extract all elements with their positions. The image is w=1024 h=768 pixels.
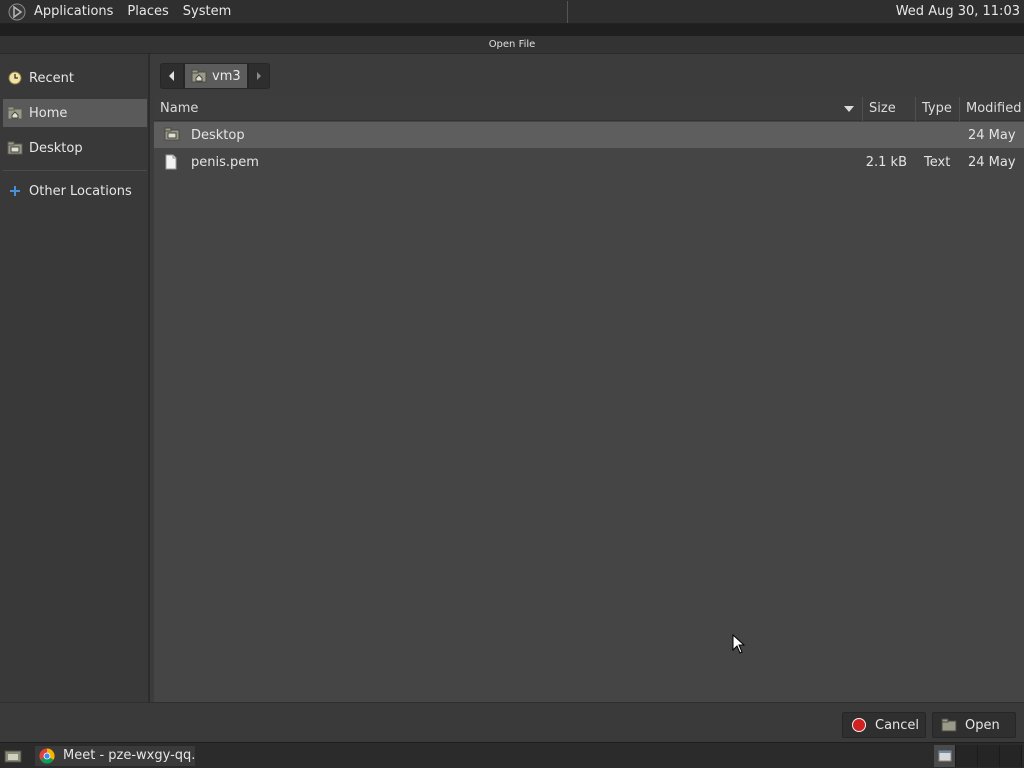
column-header-name[interactable]: Name bbox=[154, 97, 863, 121]
menu-applications[interactable]: Applications bbox=[34, 2, 113, 21]
cancel-label: Cancel bbox=[875, 717, 920, 733]
plus-icon bbox=[7, 183, 23, 199]
column-type-label: Type bbox=[922, 101, 952, 116]
column-header: Name Size Type Modified bbox=[154, 97, 1024, 121]
open-label: Open bbox=[965, 717, 1000, 733]
places-sidebar: Recent Home Desktop Other Locations bbox=[0, 54, 150, 702]
text-file-icon bbox=[164, 154, 180, 170]
taskbar-window-title: Meet - pze-wxgy-qq... bbox=[63, 748, 196, 763]
column-name-label: Name bbox=[160, 101, 199, 116]
clock-icon bbox=[7, 70, 23, 86]
file-row-penis-pem[interactable]: penis.pem 2.1 kB Text 24 May bbox=[154, 149, 1024, 175]
workspace-3[interactable] bbox=[978, 745, 1000, 767]
file-name: penis.pem bbox=[191, 154, 259, 170]
sidebar-item-label: Recent bbox=[29, 70, 74, 86]
top-panel: Applications Places System Wed Aug 30, 1… bbox=[0, 0, 1024, 24]
workspace-4[interactable] bbox=[1000, 745, 1022, 767]
file-modified: 24 May bbox=[968, 127, 1016, 143]
mouse-cursor-icon bbox=[732, 633, 746, 658]
file-list: Name Size Type Modified Desktop 24 May p… bbox=[154, 97, 1024, 702]
column-size-label: Size bbox=[869, 101, 896, 116]
chrome-icon bbox=[39, 747, 55, 764]
menu-places[interactable]: Places bbox=[127, 2, 168, 21]
open-folder-icon bbox=[941, 717, 957, 733]
sidebar-item-label: Home bbox=[29, 105, 68, 121]
show-desktop-icon[interactable] bbox=[2, 745, 24, 767]
sidebar-item-label: Other Locations bbox=[29, 183, 132, 199]
sidebar-item-desktop[interactable]: Desktop bbox=[3, 134, 147, 162]
path-crumb-label: vm3 bbox=[212, 68, 241, 84]
clock[interactable]: Wed Aug 30, 11:03 bbox=[896, 4, 1020, 19]
file-size: 2.1 kB bbox=[865, 154, 907, 170]
distro-logo-icon[interactable] bbox=[6, 1, 28, 23]
folder-icon bbox=[164, 127, 180, 143]
open-button[interactable]: Open bbox=[932, 712, 1016, 738]
sidebar-item-label: Desktop bbox=[29, 140, 83, 156]
home-folder-icon bbox=[191, 69, 207, 83]
sidebar-separator bbox=[3, 170, 147, 171]
taskbar-window-button[interactable]: Meet - pze-wxgy-qq... bbox=[34, 744, 196, 767]
workspace-1[interactable] bbox=[934, 745, 956, 767]
cancel-button[interactable]: Cancel bbox=[842, 712, 926, 738]
file-type: Text bbox=[924, 154, 951, 170]
dialog-titlebar[interactable]: Open File bbox=[0, 36, 1024, 54]
panel-divider bbox=[566, 0, 568, 23]
file-row-desktop[interactable]: Desktop 24 May bbox=[154, 122, 1024, 148]
path-bar: vm3 bbox=[160, 63, 270, 89]
background-window-strip bbox=[0, 24, 1024, 36]
column-header-size[interactable]: Size bbox=[863, 97, 916, 121]
sort-descending-icon bbox=[844, 106, 854, 112]
sidebar-item-home[interactable]: Home bbox=[3, 99, 147, 127]
desktop-folder-icon bbox=[7, 140, 23, 156]
column-header-type[interactable]: Type bbox=[916, 97, 960, 121]
cancel-icon bbox=[851, 717, 867, 733]
chevron-right-icon bbox=[256, 72, 261, 80]
taskbar: Meet - pze-wxgy-qq... bbox=[0, 742, 1024, 768]
column-header-modified[interactable]: Modified bbox=[960, 97, 1024, 121]
column-modified-label: Modified bbox=[966, 101, 1022, 116]
sidebar-item-other-locations[interactable]: Other Locations bbox=[3, 177, 147, 205]
dialog-action-bar: Cancel Open bbox=[0, 702, 1024, 742]
workspace-2[interactable] bbox=[956, 745, 978, 767]
sidebar-item-recent[interactable]: Recent bbox=[3, 64, 147, 92]
home-folder-icon bbox=[7, 105, 23, 121]
file-modified: 24 May bbox=[968, 154, 1016, 170]
dialog-title: Open File bbox=[488, 39, 536, 50]
menu-system[interactable]: System bbox=[183, 2, 231, 21]
path-back-button[interactable] bbox=[160, 63, 184, 89]
chevron-left-icon bbox=[169, 71, 174, 81]
workspace-switcher bbox=[934, 745, 1024, 767]
file-name: Desktop bbox=[191, 127, 245, 143]
path-forward-button[interactable] bbox=[247, 63, 270, 89]
path-crumb-home[interactable]: vm3 bbox=[184, 63, 248, 89]
